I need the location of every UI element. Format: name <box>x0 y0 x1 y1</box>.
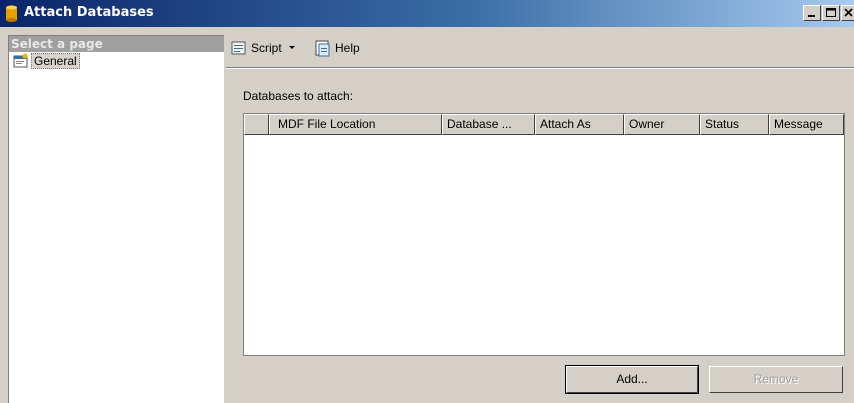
minimize-button[interactable] <box>803 5 821 21</box>
properties-page-icon <box>13 53 29 69</box>
window-controls <box>802 5 854 23</box>
column-header-message[interactable]: Message <box>769 114 844 135</box>
column-header-mdf-file-location[interactable]: MDF File Location <box>269 114 442 135</box>
column-header-attach-as[interactable]: Attach As <box>535 114 624 135</box>
page-selector-panel: Select a page General <box>8 35 224 403</box>
toolbar-divider-highlight <box>226 68 854 69</box>
script-label: Script <box>251 41 282 55</box>
column-header-owner[interactable]: Owner <box>624 114 700 135</box>
help-icon <box>315 40 330 57</box>
databases-to-attach-label: Databases to attach: <box>243 89 354 103</box>
sidebar-item-general[interactable]: General <box>9 52 224 70</box>
column-header-status[interactable]: Status <box>700 114 769 135</box>
close-button[interactable] <box>841 5 854 21</box>
close-icon <box>844 8 853 17</box>
database-icon <box>5 5 18 22</box>
column-header-database-name[interactable]: Database ... <box>442 114 535 135</box>
script-icon <box>231 41 246 55</box>
row-selector-header <box>244 114 269 135</box>
window-title: Attach Databases <box>24 5 154 20</box>
toolbar: Script Help <box>226 35 854 63</box>
maximize-icon <box>826 8 836 17</box>
script-button[interactable]: Script <box>230 38 296 58</box>
help-label: Help <box>335 41 360 55</box>
title-bar[interactable]: Attach Databases <box>0 0 854 27</box>
chevron-down-icon[interactable] <box>288 45 296 51</box>
minimize-icon <box>808 15 815 17</box>
sidebar-item-label: General <box>31 53 80 69</box>
select-page-header: Select a page <box>9 36 224 52</box>
maximize-button[interactable] <box>822 5 840 21</box>
grid-header: MDF File Location Database ... Attach As… <box>244 114 844 135</box>
databases-grid[interactable]: MDF File Location Database ... Attach As… <box>243 113 845 356</box>
remove-button[interactable]: Remove <box>709 366 843 393</box>
add-button[interactable]: Add... <box>565 365 699 394</box>
help-button[interactable]: Help <box>314 38 360 58</box>
